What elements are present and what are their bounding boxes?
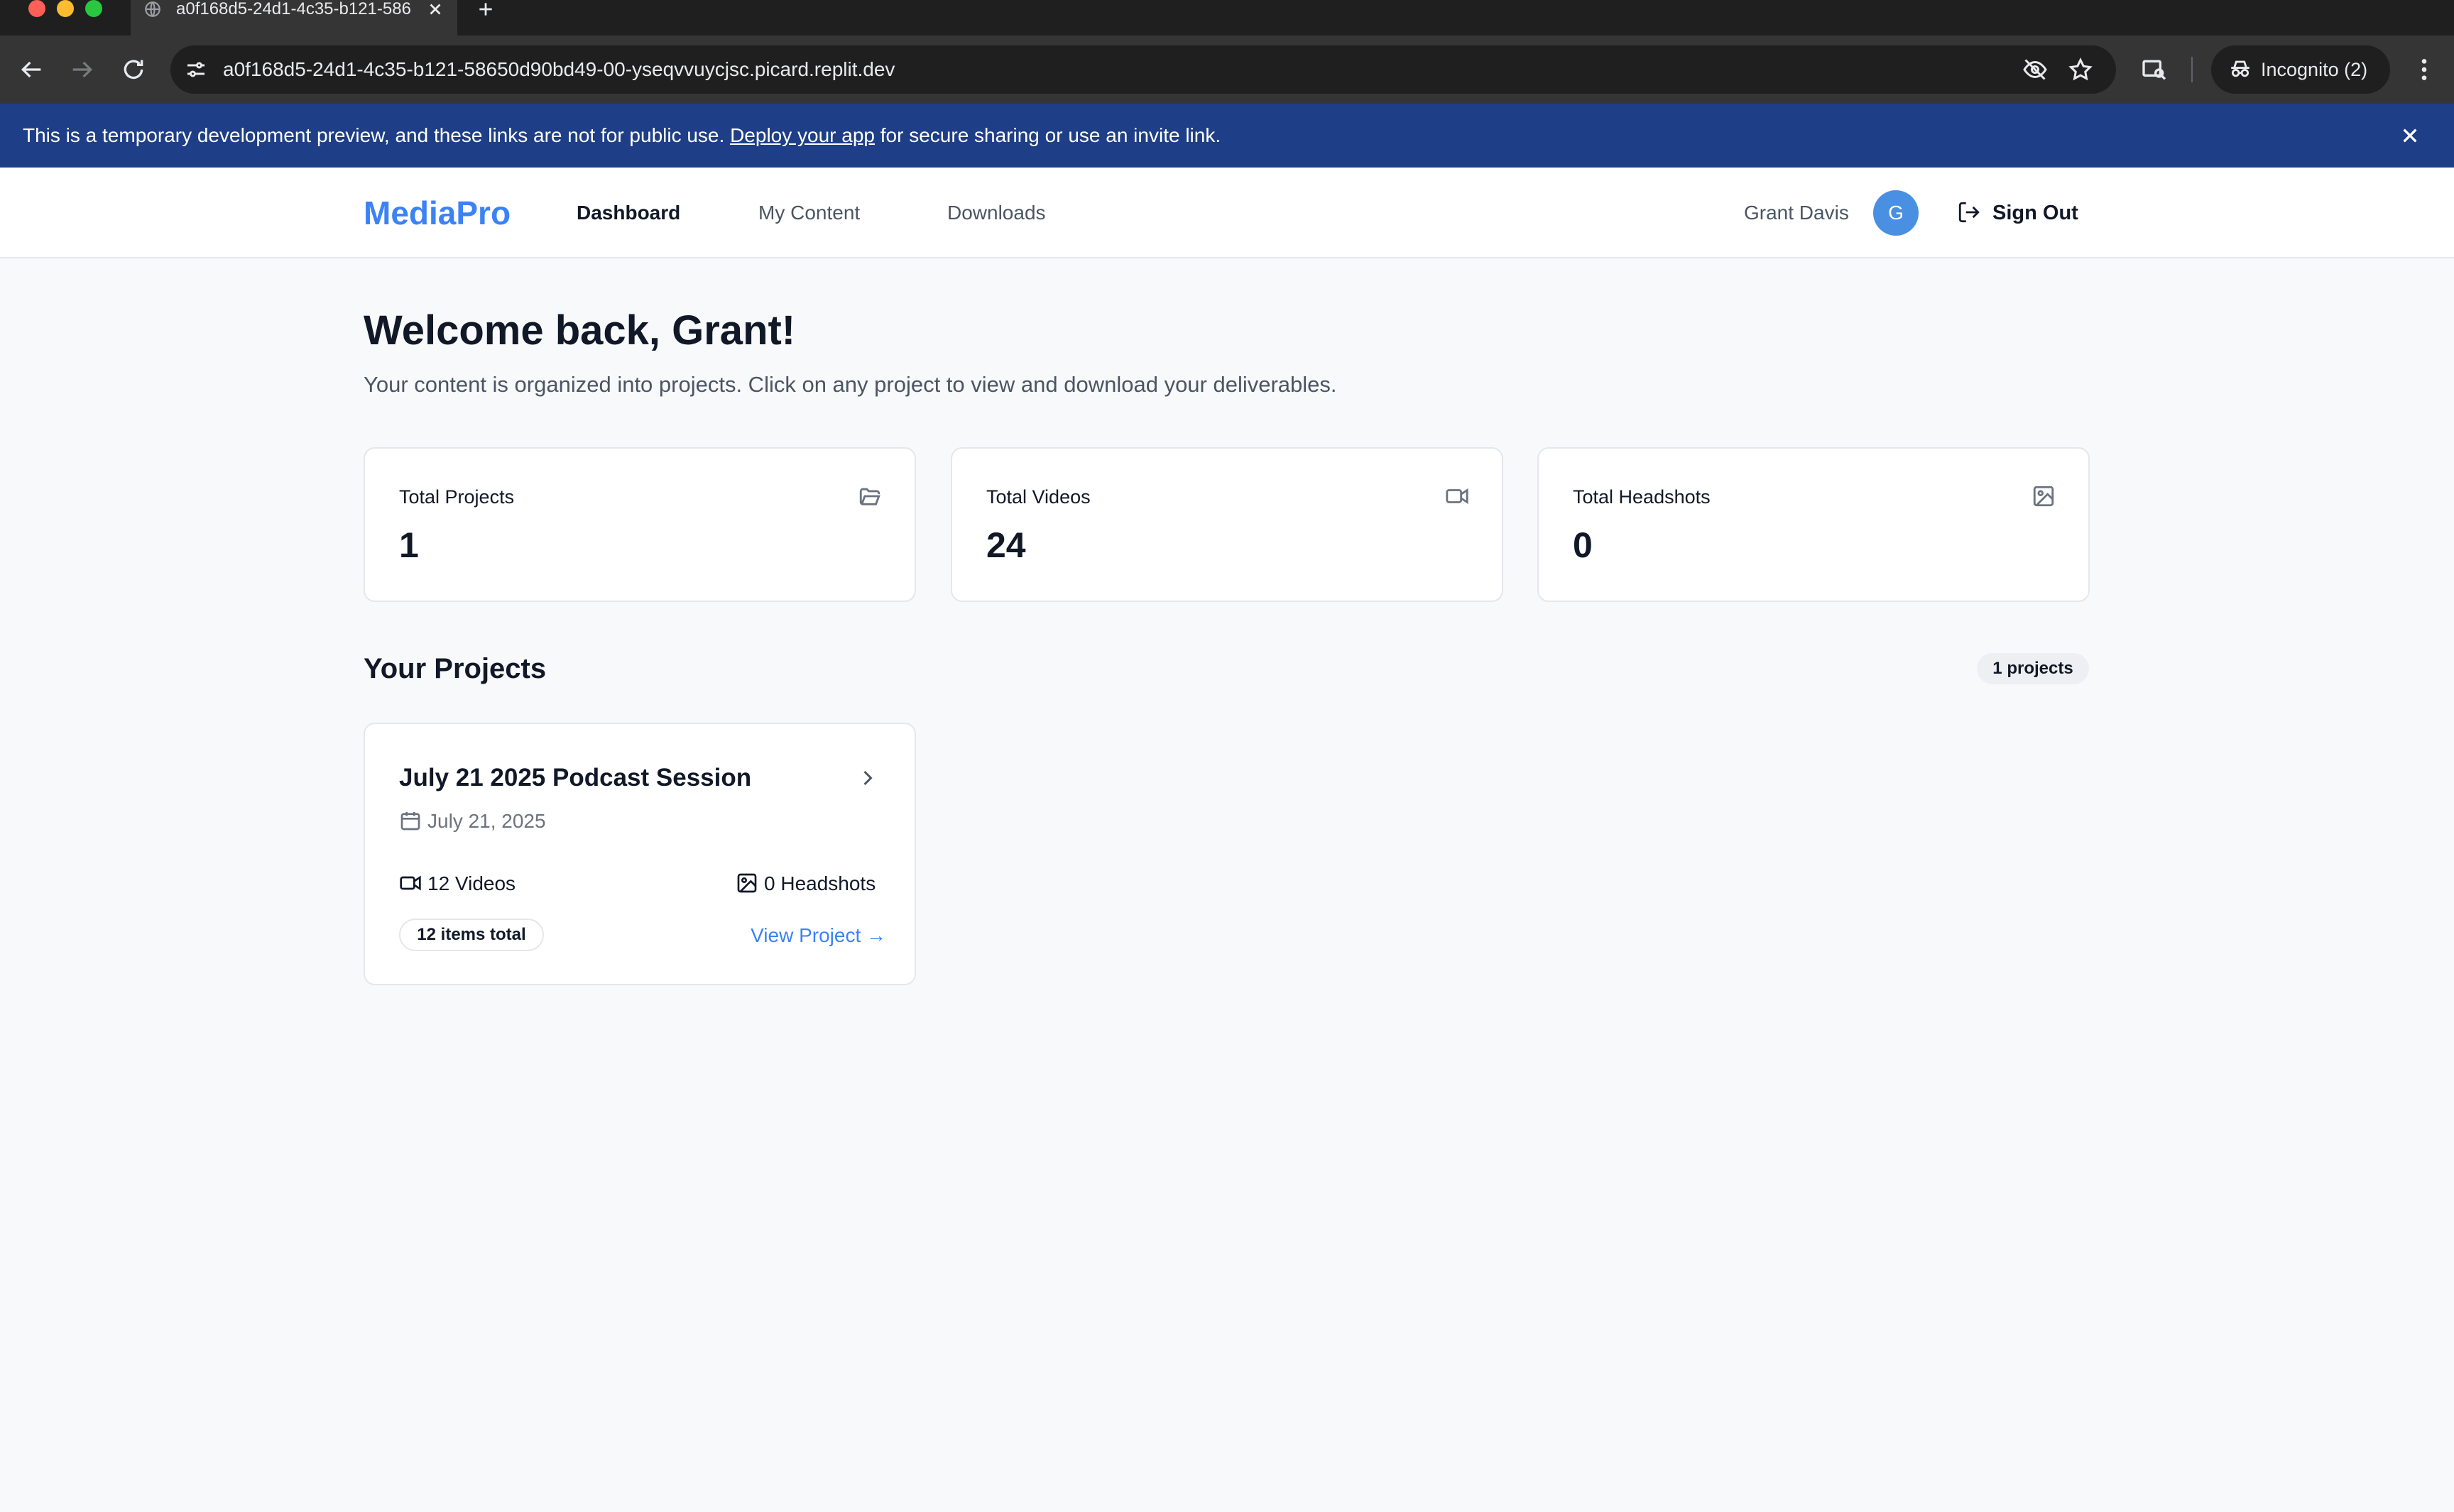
browser-tab[interactable]: a0f168d5-24d1-4c35-b121-58650d90bd49-00-…	[131, 0, 457, 35]
close-icon[interactable]	[2396, 121, 2424, 150]
back-arrow-icon[interactable]	[17, 55, 45, 84]
video-icon	[399, 872, 422, 894]
banner-text-after: for secure sharing or use an invite link…	[874, 124, 1221, 146]
image-icon	[2032, 484, 2056, 508]
page-title: Welcome back, Grant!	[364, 307, 796, 354]
stat-value: 0	[1573, 525, 1593, 565]
close-tab-icon[interactable]	[426, 0, 447, 18]
dev-preview-banner: This is a temporary development preview,…	[0, 104, 2454, 168]
sign-out-label: Sign Out	[1992, 202, 2078, 224]
incognito-label: Incognito (2)	[2261, 59, 2368, 80]
log-out-icon	[1957, 200, 1981, 224]
stat-card-videos: Total Videos 24	[951, 447, 1503, 602]
deploy-app-link[interactable]: Deploy your app	[730, 124, 875, 146]
stat-value: 24	[986, 525, 1026, 565]
nav-dashboard[interactable]: Dashboard	[577, 168, 680, 258]
url-text[interactable]: a0f168d5-24d1-4c35-b121-58650d90bd49-00-…	[223, 45, 895, 94]
address-bar[interactable]: a0f168d5-24d1-4c35-b121-58650d90bd49-00-…	[170, 45, 2116, 94]
stat-card-projects: Total Projects 1	[364, 447, 916, 602]
reload-icon[interactable]	[119, 55, 148, 84]
image-icon	[736, 872, 758, 894]
folder-icon	[858, 484, 882, 508]
page-subtitle: Your content is organized into projects.…	[364, 372, 1337, 397]
more-vert-icon[interactable]	[2410, 55, 2438, 84]
toolbar-divider	[2191, 57, 2193, 82]
stat-card-headshots: Total Headshots 0	[1537, 447, 2090, 602]
nav-downloads[interactable]: Downloads	[947, 168, 1046, 258]
project-video-count: 12 Videos	[427, 872, 516, 894]
project-title: July 21 2025 Podcast Session	[399, 764, 752, 791]
project-headshot-count: 0 Headshots	[764, 872, 876, 894]
items-total-badge: 12 items total	[399, 919, 544, 951]
avatar[interactable]: G	[1873, 190, 1919, 236]
stat-label: Total Projects	[399, 486, 515, 508]
forward-arrow-icon[interactable]	[68, 55, 97, 84]
incognito-indicator[interactable]: Incognito (2)	[2211, 45, 2390, 94]
project-card[interactable]: July 21 2025 Podcast Session July 21, 20…	[364, 723, 916, 985]
stat-value: 1	[399, 525, 419, 565]
stat-label: Total Headshots	[1573, 486, 1711, 508]
sign-out-button[interactable]: Sign Out	[1946, 187, 2088, 239]
eye-off-icon[interactable]	[2022, 57, 2048, 82]
tab-title: a0f168d5-24d1-4c35-b121-58650d90bd49-00-…	[176, 0, 410, 18]
banner-message: This is a temporary development preview,…	[23, 104, 1221, 168]
browser-toolbar: a0f168d5-24d1-4c35-b121-58650d90bd49-00-…	[0, 35, 2454, 104]
calendar-icon	[399, 809, 422, 832]
projects-count-badge: 1 projects	[1977, 653, 2089, 684]
bookmark-star-icon[interactable]	[2068, 57, 2093, 82]
globe-icon	[142, 0, 163, 21]
nav-my-content[interactable]: My Content	[758, 168, 860, 258]
view-project-link[interactable]: View Project →	[741, 921, 886, 950]
browser-tab-strip: a0f168d5-24d1-4c35-b121-58650d90bd49-00-…	[0, 0, 2454, 35]
stat-label: Total Videos	[986, 486, 1091, 508]
logo[interactable]: MediaPro	[364, 168, 511, 258]
site-settings-icon[interactable]	[183, 57, 209, 82]
window-close-button[interactable]	[28, 0, 45, 17]
new-tab-icon[interactable]	[476, 0, 498, 18]
banner-text-before: This is a temporary development preview,…	[23, 124, 731, 146]
video-icon	[1445, 484, 1469, 508]
window-zoom-button[interactable]	[85, 0, 102, 17]
tab-search-icon[interactable]	[2140, 55, 2169, 84]
incognito-icon	[2228, 57, 2252, 81]
window-minimize-button[interactable]	[57, 0, 74, 17]
user-name: Grant Davis	[1744, 202, 1849, 224]
app-header: MediaPro Dashboard My Content Downloads …	[0, 168, 2454, 258]
projects-section-title: Your Projects	[364, 653, 547, 684]
project-date: July 21, 2025	[427, 810, 546, 832]
chevron-right-icon	[855, 765, 880, 791]
